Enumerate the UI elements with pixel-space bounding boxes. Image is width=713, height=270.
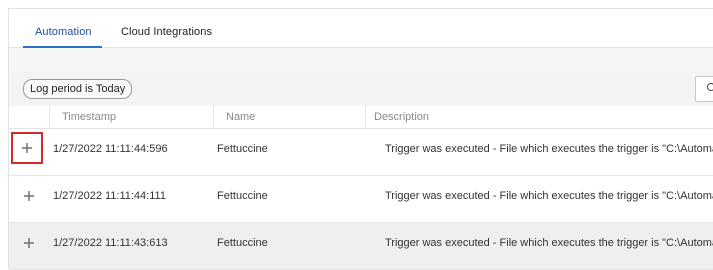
description-cell: Trigger was executed - File which execut… xyxy=(385,143,713,155)
name-cell: Fettuccine xyxy=(217,143,268,155)
name-cell: Fettuccine xyxy=(217,190,268,202)
expand-row-button[interactable] xyxy=(17,231,41,255)
search-icon xyxy=(706,82,713,92)
tab-cloud-integrations[interactable]: Cloud Integrations xyxy=(121,26,212,47)
table-row[interactable]: 1/27/2022 11:11:43:613 Fettuccine Trigge… xyxy=(9,223,713,270)
expand-row-button[interactable] xyxy=(17,184,41,208)
table-row[interactable]: 1/27/2022 11:11:44:596 Fettuccine Trigge… xyxy=(9,129,713,176)
spacer-band xyxy=(9,48,713,72)
timestamp-cell: 1/27/2022 11:11:44:596 xyxy=(53,143,168,155)
plus-icon xyxy=(24,191,34,201)
name-cell: Fettuccine xyxy=(217,237,268,249)
tab-automation[interactable]: Automation xyxy=(23,26,102,48)
plus-icon xyxy=(24,238,34,248)
description-cell: Trigger was executed - File which execut… xyxy=(385,190,713,202)
tab-bar: Automation Cloud Integrations xyxy=(9,9,713,48)
timestamp-cell: 1/27/2022 11:11:44:111 xyxy=(53,190,166,202)
column-header-name[interactable]: Name xyxy=(213,106,255,128)
expand-row-button[interactable] xyxy=(11,132,43,164)
log-period-filter-chip[interactable]: Log period is Today xyxy=(23,79,133,99)
search-button[interactable] xyxy=(695,76,713,102)
description-cell: Trigger was executed - File which execut… xyxy=(385,237,713,249)
table-row[interactable]: 1/27/2022 11:11:44:111 Fettuccine Trigge… xyxy=(9,176,713,223)
filter-toolbar: Log period is Today xyxy=(9,72,713,106)
log-panel: Automation Cloud Integrations Log period… xyxy=(8,8,713,270)
column-header-timestamp[interactable]: Timestamp xyxy=(49,106,116,128)
column-header-description[interactable]: Description xyxy=(365,106,429,128)
table-header: Timestamp Name Description xyxy=(9,106,713,129)
plus-icon xyxy=(22,143,32,153)
timestamp-cell: 1/27/2022 11:11:43:613 xyxy=(53,237,168,249)
